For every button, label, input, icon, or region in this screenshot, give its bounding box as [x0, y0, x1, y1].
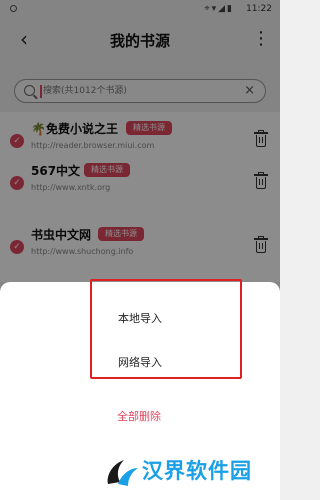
watermark-logo-icon [107, 460, 138, 486]
delete-all-button[interactable]: 全部删除 [0, 396, 280, 436]
watermark: 汉界软件园 [102, 450, 272, 494]
delete-all-label: 全部删除 [117, 410, 161, 423]
watermark-text: 汉界软件园 [142, 459, 252, 483]
highlight-box [90, 279, 242, 379]
